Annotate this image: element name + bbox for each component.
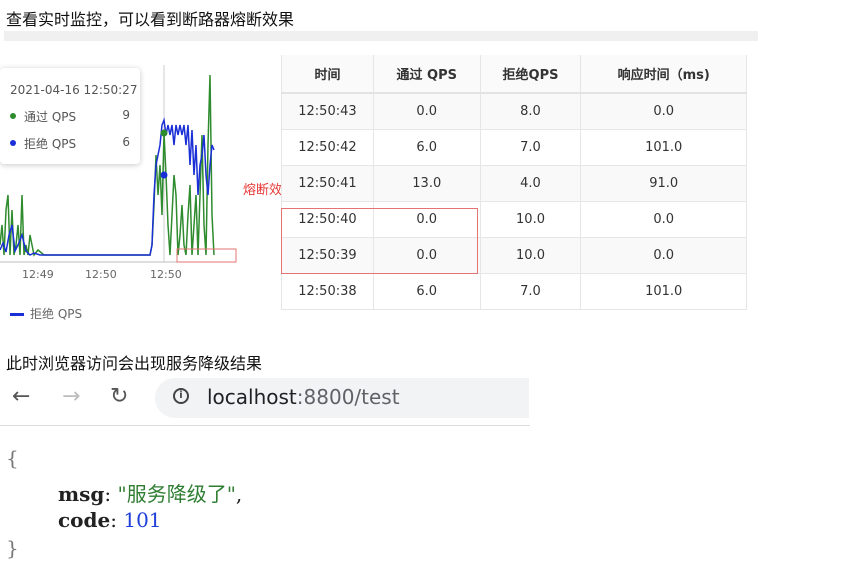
legend-reject-label: 拒绝 QPS xyxy=(30,307,83,321)
address-bar[interactable]: i localhost:8800/test xyxy=(155,378,529,418)
cell-pass-qps: 6.0 xyxy=(372,129,481,166)
json-code-value: 101 xyxy=(123,508,162,532)
table-row: 12:50:41 13.0 4.0 91.0 xyxy=(281,165,747,202)
cell-reject-qps: 4.0 xyxy=(479,165,582,202)
json-colon: : xyxy=(110,508,124,532)
cell-reject-qps: 8.0 xyxy=(479,92,582,130)
col-header-time: 时间 xyxy=(281,55,374,94)
url-path: :8800/test xyxy=(296,385,400,409)
json-msg-value: "服务降级了" xyxy=(117,482,236,506)
reload-icon[interactable]: ↻ xyxy=(110,384,128,409)
tooltip-reject-row: 拒绝 QPS 6 xyxy=(10,135,134,151)
cell-response-time: 0.0 xyxy=(580,92,747,130)
tooltip-reject-value: 6 xyxy=(122,135,130,149)
pass-hover-point xyxy=(160,129,168,137)
breaker-rows-highlight xyxy=(281,208,478,274)
tooltip-pass-row: 通过 QPS 9 xyxy=(10,108,134,124)
json-colon: : xyxy=(104,482,118,506)
chart-legend[interactable]: 拒绝 QPS xyxy=(2,305,82,322)
json-msg-line: msg: "服务降级了", xyxy=(58,478,242,507)
tooltip-time: 2021-04-16 12:50:27 xyxy=(10,83,138,97)
col-header-response-time: 响应时间（ms) xyxy=(580,55,747,94)
json-code-key: code xyxy=(58,508,111,532)
tooltip-pass-label: 通过 QPS xyxy=(24,110,77,124)
url-host: localhost xyxy=(207,385,297,409)
arrow-left-icon[interactable]: ← xyxy=(12,384,30,409)
cell-reject-qps: 10.0 xyxy=(479,201,582,238)
cell-response-time: 91.0 xyxy=(580,165,747,202)
json-open-brace: { xyxy=(6,446,19,470)
table-row: 12:50:43 0.0 8.0 0.0 xyxy=(281,92,747,130)
reject-legend-swatch xyxy=(10,313,24,316)
arrow-right-icon[interactable]: → xyxy=(62,384,80,409)
cell-pass-qps: 6.0 xyxy=(372,273,481,310)
cell-pass-qps: 13.0 xyxy=(372,165,481,202)
cell-pass-qps: 0.0 xyxy=(372,92,481,130)
json-code-line: code: 101 xyxy=(58,508,162,532)
tooltip-pass-value: 9 xyxy=(122,108,130,122)
tooltip-reject-label: 拒绝 QPS xyxy=(24,137,77,151)
info-icon[interactable]: i xyxy=(173,388,189,404)
monitor-heading: 查看实时监控，可以看到断路器熔断效果 xyxy=(6,10,295,29)
table-row: 12:50:38 6.0 7.0 101.0 xyxy=(281,273,747,310)
section-divider xyxy=(4,31,758,41)
pass-dot-icon xyxy=(10,113,16,119)
col-header-pass-qps: 通过 QPS xyxy=(372,55,481,94)
cell-response-time: 0.0 xyxy=(580,237,747,274)
chart-tooltip: 2021-04-16 12:50:27 通过 QPS 9 拒绝 QPS 6 xyxy=(0,68,140,164)
cell-reject-qps: 7.0 xyxy=(479,273,582,310)
table-header-row: 时间 通过 QPS 拒绝QPS 响应时间（ms) xyxy=(281,55,747,94)
cell-time: 12:50:42 xyxy=(281,129,374,166)
json-close-brace: } xyxy=(6,536,19,560)
url-text[interactable]: localhost:8800/test xyxy=(207,385,400,409)
cell-reject-qps: 7.0 xyxy=(479,129,582,166)
cell-time: 12:50:41 xyxy=(281,165,374,202)
reject-dot-icon xyxy=(10,140,16,146)
cell-response-time: 101.0 xyxy=(580,129,747,166)
json-comma: , xyxy=(235,482,243,506)
cell-reject-qps: 10.0 xyxy=(479,237,582,274)
browser-heading: 此时浏览器访问会出现服务降级结果 xyxy=(6,354,263,373)
table-row: 12:50:42 6.0 7.0 101.0 xyxy=(281,129,747,166)
cell-response-time: 101.0 xyxy=(580,273,747,310)
x-tick-label: 12:50 xyxy=(150,268,182,281)
cell-response-time: 0.0 xyxy=(580,201,747,238)
toolbar-divider xyxy=(0,425,530,426)
x-tick-label: 12:49 xyxy=(22,268,54,281)
cell-time: 12:50:38 xyxy=(281,273,374,310)
cell-time: 12:50:43 xyxy=(281,92,374,130)
col-header-reject-qps: 拒绝QPS xyxy=(479,55,582,94)
reject-hover-point xyxy=(160,171,168,179)
json-msg-key: msg xyxy=(58,482,105,506)
x-tick-label: 12:50 xyxy=(85,268,117,281)
